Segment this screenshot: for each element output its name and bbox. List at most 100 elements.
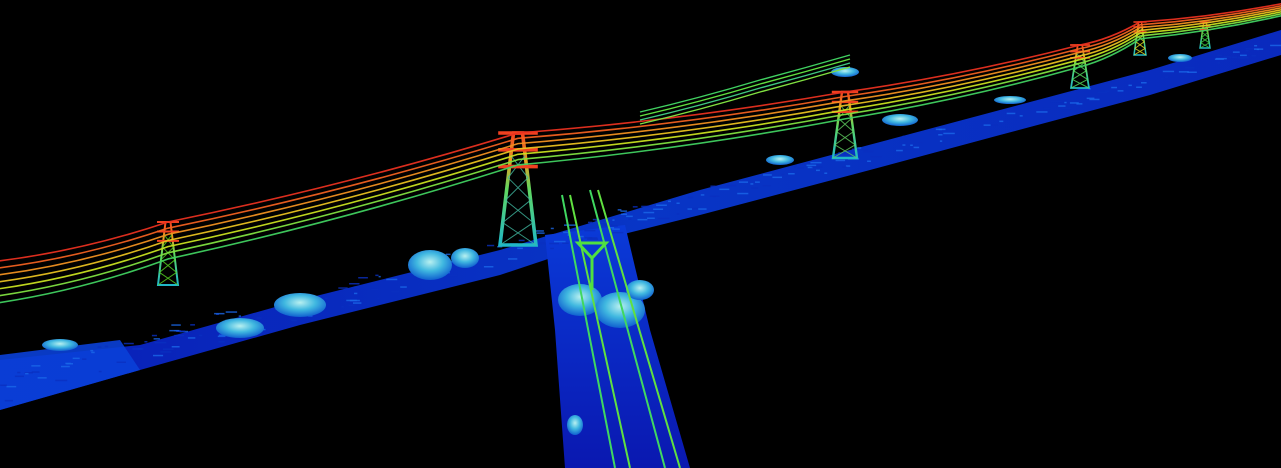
ground-speckle xyxy=(225,311,238,313)
ground-speckle xyxy=(554,240,566,243)
ground-speckle xyxy=(870,156,882,158)
tree-cluster xyxy=(1168,54,1192,62)
ground-speckle xyxy=(938,134,943,136)
ground-speckle xyxy=(1178,71,1189,73)
ground-speckle xyxy=(700,194,705,196)
ground-speckle xyxy=(536,230,544,232)
ground-speckle xyxy=(1214,58,1224,60)
ground-speckle xyxy=(1063,96,1069,98)
ground-speckle xyxy=(151,334,157,337)
ground-speckle xyxy=(772,176,782,179)
ground-speckle xyxy=(1014,107,1021,109)
ground-speckle xyxy=(799,163,806,166)
ground-speckle xyxy=(628,218,632,220)
ground-speckle xyxy=(1019,115,1023,117)
ground-speckle xyxy=(902,135,906,138)
ground-speckle xyxy=(123,342,134,345)
ground-speckle xyxy=(918,141,924,144)
ground-speckle xyxy=(1251,55,1257,57)
ground-speckle xyxy=(610,225,618,227)
ground-speckle xyxy=(620,210,628,212)
ground-left-edge xyxy=(0,340,140,410)
ground-speckle xyxy=(17,371,21,374)
ground-speckle xyxy=(1162,70,1175,73)
ground-speckle xyxy=(6,385,17,388)
ground-speckle xyxy=(1111,86,1117,89)
ground-speckle xyxy=(811,166,823,168)
ground-speckle xyxy=(1232,51,1240,53)
ground-speckle xyxy=(860,149,869,151)
ground-speckle xyxy=(386,278,398,281)
ground-speckle xyxy=(999,120,1004,123)
ground-speckle xyxy=(116,361,126,363)
tower-bracing xyxy=(502,199,534,223)
ground-speckle xyxy=(171,346,180,348)
ground-speckle xyxy=(750,183,754,185)
ground-speckle xyxy=(483,266,494,268)
ground-speckle xyxy=(806,164,817,167)
ground-speckle xyxy=(588,237,598,239)
ground-speckle xyxy=(1240,57,1245,59)
ground-speckle xyxy=(154,341,167,344)
ground-speckle xyxy=(371,288,379,291)
tree-cluster xyxy=(766,155,794,165)
ground-speckle xyxy=(82,358,87,360)
ground-speckle xyxy=(349,299,360,302)
ground-speckle xyxy=(641,205,653,208)
ground-speckle xyxy=(626,215,633,218)
ground-speckle xyxy=(37,377,47,379)
ground-speckle xyxy=(710,185,716,187)
ground-speckle xyxy=(910,144,913,146)
lidar-render xyxy=(0,2,1281,468)
ground-speckle xyxy=(190,324,195,326)
tower-bracing xyxy=(1070,78,1090,89)
ground-speckle xyxy=(867,160,871,162)
ground-speckle xyxy=(647,217,655,219)
ground-speckle xyxy=(153,338,160,340)
ground-speckle xyxy=(132,348,142,350)
ground-speckle xyxy=(1270,44,1281,47)
ground-speckle xyxy=(518,239,525,242)
ground-speckle xyxy=(612,228,620,230)
ground-speckle xyxy=(1128,84,1132,87)
ground-speckle xyxy=(1012,109,1017,111)
ground-speckle xyxy=(863,150,874,153)
tower-bracing xyxy=(157,271,179,286)
ground-speckle xyxy=(98,370,102,373)
ground-speckle xyxy=(781,173,785,176)
ground-speckle xyxy=(709,195,720,197)
ground-speckle xyxy=(725,184,737,187)
ground-speckle xyxy=(676,202,680,204)
ground-speckle xyxy=(199,334,203,337)
ground-speckle xyxy=(835,159,846,162)
ground-speckle xyxy=(653,208,664,210)
ground-speckle xyxy=(1061,107,1072,110)
ground-speckle xyxy=(153,354,164,357)
ground-speckle xyxy=(169,329,180,332)
tree-cluster xyxy=(567,415,583,435)
ground-speckle xyxy=(612,231,624,234)
ground-speckle xyxy=(939,140,943,142)
ground-speckle xyxy=(31,371,40,373)
ground-speckle xyxy=(90,349,94,352)
ground-speckle xyxy=(1248,48,1252,50)
ground-speckle xyxy=(338,287,348,289)
lidar-point-cloud-scene xyxy=(0,0,1281,468)
ground-speckle xyxy=(621,213,627,215)
ground-speckle xyxy=(1050,100,1062,103)
tree-cluster xyxy=(274,293,326,317)
ground-speckle xyxy=(719,188,730,191)
ground-speckle xyxy=(595,220,606,222)
ground-speckle xyxy=(1028,108,1032,111)
tower-bracing xyxy=(1072,70,1088,80)
ground-speckle xyxy=(91,351,95,354)
ground-speckle xyxy=(1229,56,1232,58)
ground-speckle xyxy=(1141,82,1147,84)
ground-speckle xyxy=(943,132,955,135)
ground-speckle xyxy=(587,238,599,240)
ground-speckle xyxy=(1216,54,1223,56)
ground-speckle xyxy=(902,144,906,146)
ground-speckle xyxy=(896,149,903,152)
ground-speckle xyxy=(1164,76,1169,78)
tree-cluster xyxy=(451,248,479,268)
